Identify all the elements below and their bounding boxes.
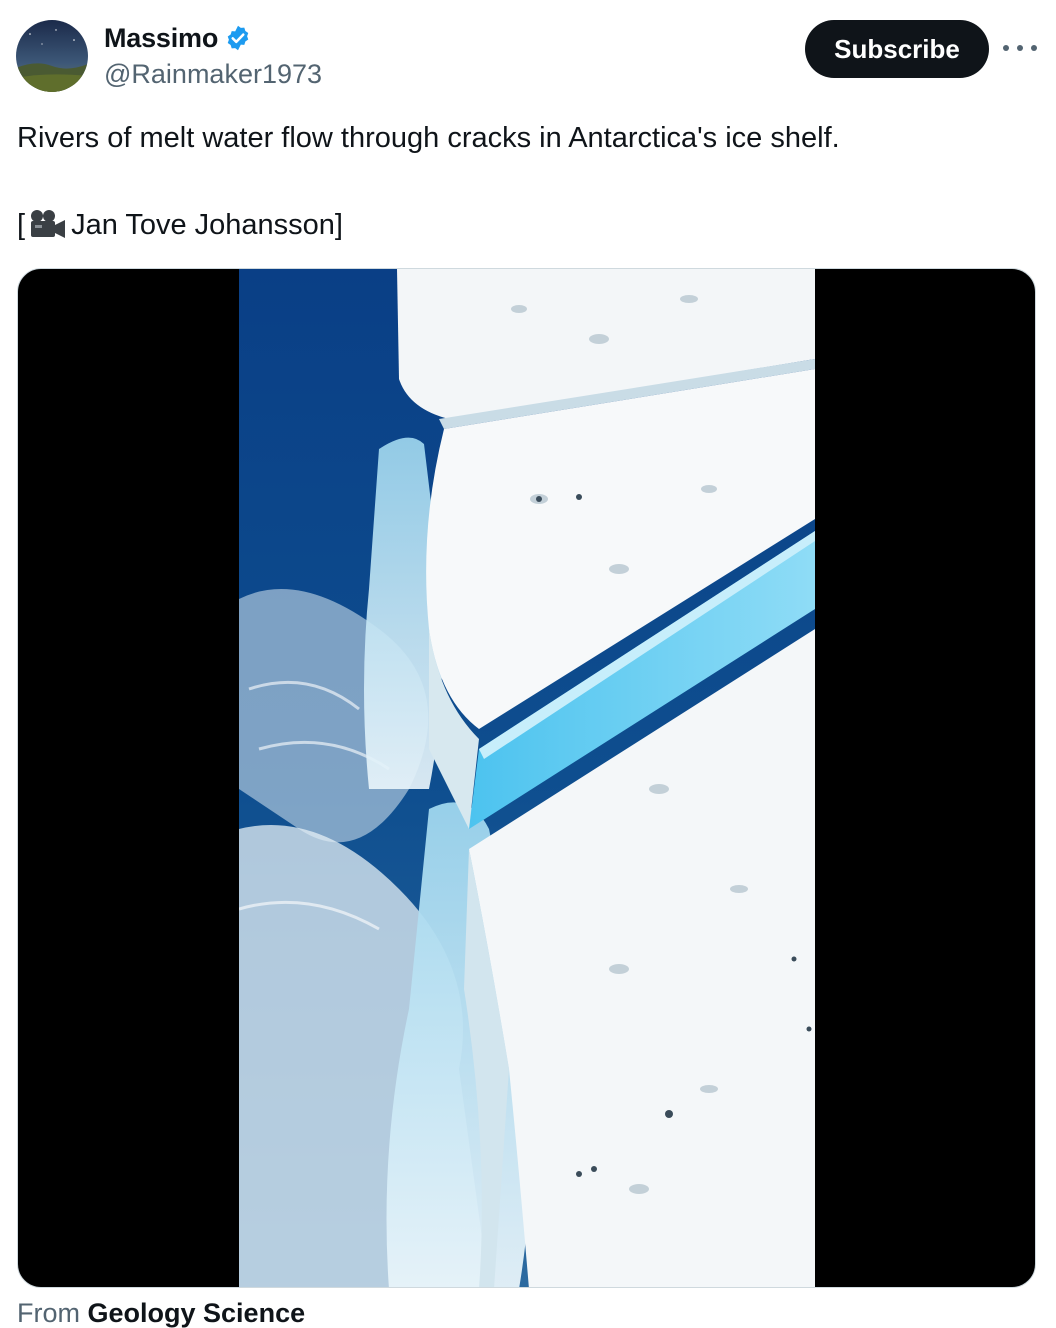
- source-prefix: From: [17, 1298, 80, 1328]
- author-block: Massimo @Rainmaker1973: [104, 20, 322, 92]
- source-attribution: From Geology Science: [17, 1296, 305, 1328]
- video-player[interactable]: [17, 268, 1036, 1288]
- more-options-icon[interactable]: [1003, 36, 1037, 60]
- source-name-link[interactable]: Geology Science: [88, 1298, 306, 1328]
- avatar[interactable]: [16, 20, 88, 92]
- author-handle[interactable]: @Rainmaker1973: [104, 56, 322, 92]
- tweet-credit: [ Jan Tove Johansson]: [17, 205, 343, 245]
- subscribe-button[interactable]: Subscribe: [805, 20, 989, 78]
- ice-shelf-video-frame: [239, 269, 815, 1287]
- author-name[interactable]: Massimo: [104, 23, 218, 54]
- credit-bracket: [: [17, 209, 26, 241]
- video-camera-icon: [27, 208, 67, 242]
- credit-name: Jan Tove Johansson]: [71, 209, 343, 241]
- tweet-text: Rivers of melt water flow through cracks…: [17, 122, 840, 154]
- verified-badge-icon: [224, 24, 252, 52]
